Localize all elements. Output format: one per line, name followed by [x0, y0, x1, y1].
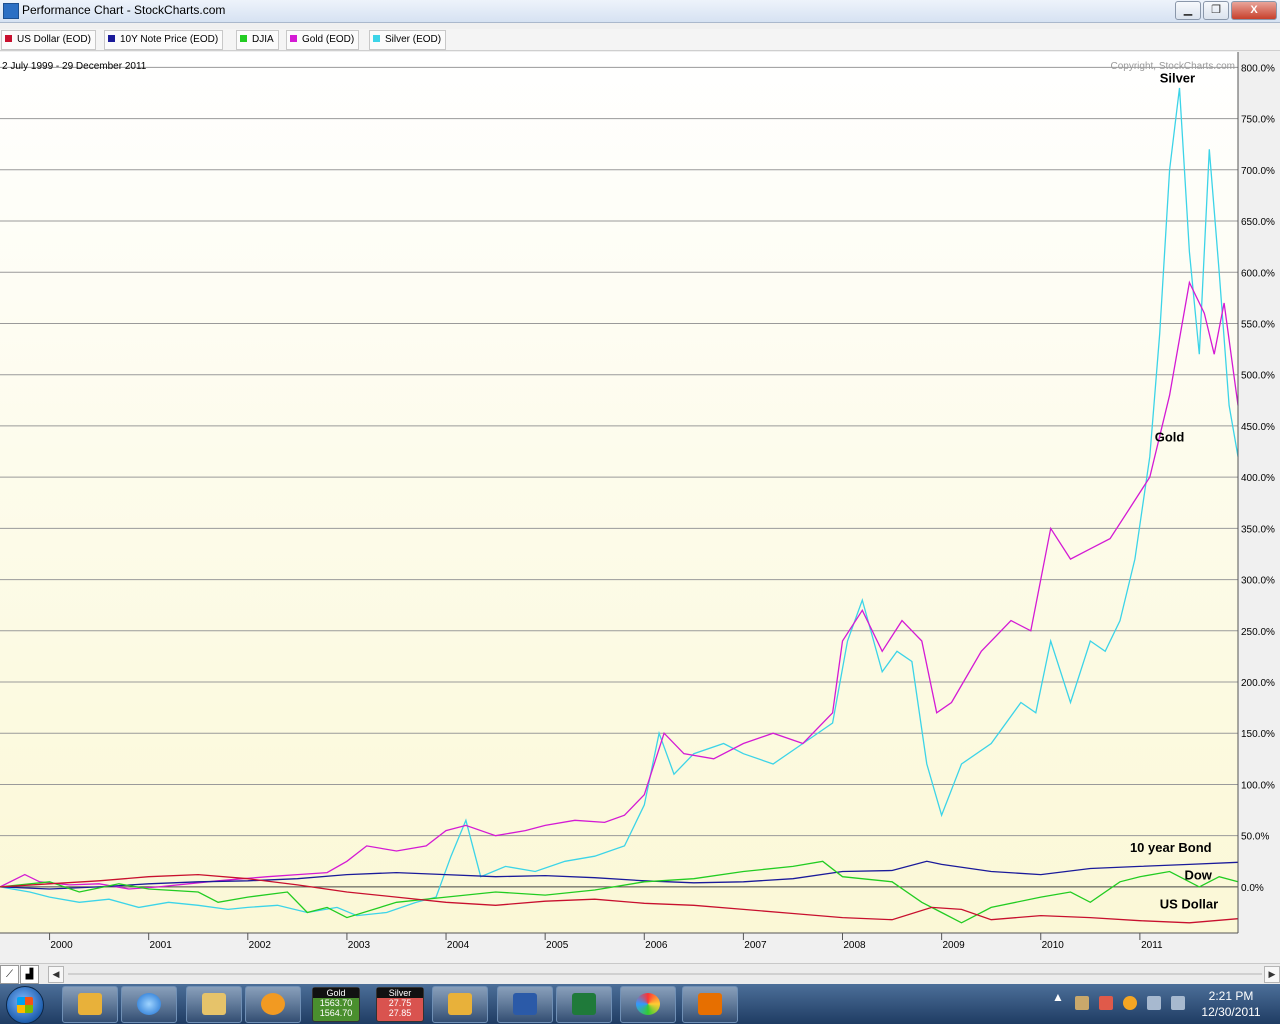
network-icon[interactable]: [1147, 996, 1161, 1010]
y-tick-label: 550.0%: [1241, 319, 1275, 330]
legend-swatch: [240, 35, 247, 42]
chart-area: 800.0% 750.0% 700.0% 650.0% 600.0% 550.0% 500.…: [0, 52, 1280, 960]
window-title: Performance Chart - StockCharts.com: [22, 3, 226, 17]
windows-taskbar: Gold 1563.70 1564.70 Silver 27.75 27.85 ▲ 2:…: [0, 984, 1280, 1024]
y-tick-label: 400.0%: [1241, 473, 1275, 484]
line-chart-icon[interactable]: ⟋: [0, 965, 19, 984]
y-tick-label: 150.0%: [1241, 729, 1275, 740]
y-tick-label: 750.0%: [1241, 115, 1275, 126]
word-icon: [513, 993, 537, 1015]
chart-annotation: US Dollar: [1160, 896, 1219, 911]
x-tick-label: 2008: [843, 940, 866, 951]
legend-item-us-dollar[interactable]: US Dollar (EOD): [1, 30, 96, 50]
internet-explorer-icon: [137, 993, 161, 1015]
legend-item-10y-note[interactable]: 10Y Note Price (EOD): [104, 30, 224, 50]
taskbar-app-1[interactable]: [62, 986, 118, 1023]
date-range-label: 2 July 1999 - 29 December 2011: [2, 61, 147, 72]
x-tick-label: 2000: [50, 940, 73, 951]
y-tick-label: 600.0%: [1241, 268, 1275, 279]
legend-label: US Dollar (EOD): [17, 34, 91, 45]
y-tick-label: 800.0%: [1241, 63, 1275, 74]
bar-chart-icon[interactable]: ▟: [20, 965, 39, 984]
close-button[interactable]: X: [1231, 1, 1277, 20]
gold-price-gadget[interactable]: Gold 1563.70 1564.70: [312, 987, 360, 1022]
tray-icon-1[interactable]: [1075, 996, 1089, 1010]
y-tick-label: 300.0%: [1241, 576, 1275, 587]
x-tick-label: 2011: [1141, 940, 1163, 951]
x-tick-label: 2003: [348, 940, 371, 951]
x-tick-label: 2002: [249, 940, 272, 951]
x-tick-label: 2006: [645, 940, 668, 951]
plot-background: [0, 52, 1238, 933]
taskbar-app-excel[interactable]: [556, 986, 612, 1023]
taskbar-app-word[interactable]: [497, 986, 553, 1023]
taskbar-app-2[interactable]: [432, 986, 488, 1023]
legend-swatch: [108, 35, 115, 42]
taskbar-app-explorer[interactable]: [186, 986, 242, 1023]
x-tick-label: 2005: [546, 940, 569, 951]
volume-icon[interactable]: [1171, 996, 1185, 1010]
taskbar-app-ie[interactable]: [121, 986, 177, 1023]
legend-bar: US Dollar (EOD) 10Y Note Price (EOD) DJI…: [0, 29, 1280, 51]
java-icon: [698, 993, 722, 1015]
chart-annotation: Gold: [1155, 429, 1185, 444]
tray-flag-icon[interactable]: [1099, 996, 1113, 1010]
show-hidden-icons-arrow[interactable]: ▲: [1052, 990, 1064, 1004]
java-app-icon: [3, 3, 19, 19]
file-explorer-icon: [202, 993, 226, 1015]
x-tick-label: 2001: [150, 940, 173, 951]
y-tick-label: 450.0%: [1241, 422, 1275, 433]
taskbar-app-media[interactable]: [245, 986, 301, 1023]
taskbar-app-paint[interactable]: [620, 986, 676, 1023]
legend-label: Gold (EOD): [302, 34, 355, 45]
x-tick-label: 2010: [1042, 940, 1065, 951]
media-player-icon: [261, 993, 285, 1015]
y-tick-label: 350.0%: [1241, 524, 1275, 535]
chart-annotation: Dow: [1184, 868, 1212, 883]
chart-scroll-row: ⟋ ▟ ◀ ▶: [0, 963, 1280, 984]
x-tick-label: 2007: [744, 940, 767, 951]
paint-icon: [636, 993, 660, 1015]
legend-label: 10Y Note Price (EOD): [120, 34, 219, 45]
y-tick-label: 100.0%: [1241, 780, 1275, 791]
window-title-bar: Performance Chart - StockCharts.com ▁ ❐ …: [0, 0, 1280, 23]
legend-swatch: [373, 35, 380, 42]
silver-price-gadget[interactable]: Silver 27.75 27.85: [376, 987, 424, 1022]
scroll-track[interactable]: [68, 973, 1262, 975]
legend-label: DJIA: [252, 34, 274, 45]
copyright-label: Copyright, StockCharts.com: [1111, 61, 1236, 72]
scroll-left-arrow[interactable]: ◀: [48, 966, 64, 983]
legend-item-silver[interactable]: Silver (EOD): [369, 30, 447, 50]
folder-app-icon: [448, 993, 472, 1015]
taskbar-app-java[interactable]: [682, 986, 738, 1023]
y-tick-label: 250.0%: [1241, 627, 1275, 638]
legend-swatch: [5, 35, 12, 42]
y-tick-label: 500.0%: [1241, 371, 1275, 382]
x-tick-label: 2009: [943, 940, 966, 951]
legend-item-gold[interactable]: Gold (EOD): [286, 30, 360, 50]
y-tick-label: 0.0%: [1241, 883, 1264, 894]
chart-annotation: Silver: [1160, 71, 1195, 86]
performance-chart: 800.0% 750.0% 700.0% 650.0% 600.0% 550.0% 500.…: [0, 52, 1275, 951]
start-button[interactable]: [6, 986, 44, 1024]
folder-app-icon: [78, 993, 102, 1015]
chart-annotation: 10 year Bond: [1130, 840, 1212, 855]
windows-logo-icon: [17, 997, 33, 1013]
excel-icon: [572, 993, 596, 1015]
x-tick-label: 2004: [447, 940, 470, 951]
restore-button[interactable]: ❐: [1203, 1, 1229, 20]
system-clock[interactable]: 2:21 PM 12/30/2011: [1196, 988, 1266, 1020]
tray-icon-3[interactable]: [1123, 996, 1137, 1010]
y-tick-label: 200.0%: [1241, 678, 1275, 689]
scroll-right-arrow[interactable]: ▶: [1264, 966, 1280, 983]
legend-item-djia[interactable]: DJIA: [236, 30, 279, 50]
y-tick-label: 650.0%: [1241, 217, 1275, 228]
legend-label: Silver (EOD): [385, 34, 442, 45]
y-tick-label: 50.0%: [1241, 832, 1269, 843]
minimize-button[interactable]: ▁: [1175, 1, 1201, 20]
legend-swatch: [290, 35, 297, 42]
y-tick-label: 700.0%: [1241, 166, 1275, 177]
